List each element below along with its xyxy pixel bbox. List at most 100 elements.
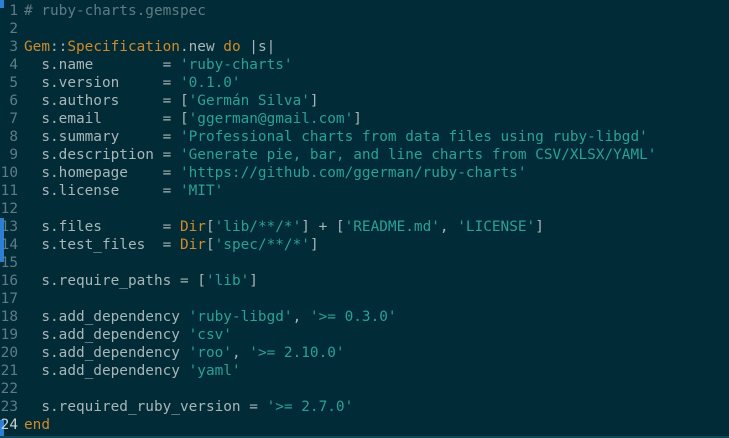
code-line[interactable]: 9 s.description = 'Generate pie, bar, an… <box>0 146 729 164</box>
code-token: [ <box>205 237 215 253</box>
code-editor[interactable]: 1 # ruby-charts.gemspec23 Gem::Specificati… <box>0 0 729 438</box>
code-line[interactable]: 6 s.authors = ['Germán Silva'] <box>0 92 729 110</box>
line-number: 8 <box>9 129 18 145</box>
line-code: s.description = 'Generate pie, bar, and … <box>24 147 656 163</box>
code-token: 'Germán Silva' <box>188 93 310 109</box>
code-lines[interactable]: 1 # ruby-charts.gemspec23 Gem::Specificati… <box>0 2 729 434</box>
code-token: , <box>231 345 250 361</box>
code-line[interactable]: 5 s.version = '0.1.0' <box>0 74 729 92</box>
code-token: 'https://github.com/ggerman/ruby-charts' <box>179 165 527 181</box>
code-line[interactable]: 4 s.name = 'ruby-charts' <box>0 56 729 74</box>
code-line[interactable]: 2 <box>0 20 729 38</box>
line-number: 21 <box>0 363 18 379</box>
line-number: 19 <box>0 327 18 343</box>
code-token: ] <box>535 219 544 235</box>
line-number: 2 <box>9 21 18 37</box>
code-line[interactable]: 15 <box>0 254 729 272</box>
line-number: 12 <box>0 201 18 217</box>
code-token: .new <box>179 39 224 55</box>
code-line[interactable]: 23 s.required_ruby_version = '>= 2.7.0' <box>0 398 729 416</box>
line-code: s.test_files = Dir['spec/**/*'] <box>24 237 319 253</box>
line-code: Gem::Specification.new do |s| <box>24 39 275 55</box>
line-code: s.files = Dir['lib/**/*'] + ['README.md'… <box>24 219 544 235</box>
code-token: ] <box>309 237 319 253</box>
code-token: 'roo' <box>188 345 232 361</box>
line-number: 1 <box>9 3 18 19</box>
code-line[interactable]: 13 s.files = Dir['lib/**/*'] + ['README.… <box>0 218 729 236</box>
code-token: ] + [ <box>301 219 345 235</box>
code-line[interactable]: 3 Gem::Specification.new do |s| <box>0 38 729 56</box>
code-token: ] <box>249 273 258 289</box>
code-token: 'lib/**/*' <box>214 219 302 235</box>
line-code: s.add_dependency 'ruby-libgd', '>= 0.3.0… <box>24 309 397 325</box>
code-token: do <box>223 39 241 55</box>
line-number: 6 <box>9 93 18 109</box>
code-line[interactable]: 17 <box>0 290 729 308</box>
code-token: 'README.md' <box>344 219 440 235</box>
code-token: 'spec/**/*' <box>214 237 310 253</box>
code-token: 'ggerman@gmail.com' <box>188 111 354 127</box>
code-token: s.test_files = <box>24 237 180 253</box>
line-number: 5 <box>9 75 18 91</box>
line-code: s.required_ruby_version = '>= 2.7.0' <box>24 399 353 415</box>
code-line[interactable]: 10 s.homepage = 'https://github.com/gger… <box>0 164 729 182</box>
line-code: s.name = 'ruby-charts' <box>24 57 293 73</box>
code-token: s.name = <box>24 57 180 73</box>
code-line[interactable]: 12 <box>0 200 729 218</box>
code-line[interactable]: 7 s.email = ['ggerman@gmail.com'] <box>0 110 729 128</box>
code-line[interactable]: 14 s.test_files = Dir['spec/**/*'] <box>0 236 729 254</box>
code-line[interactable]: 22 <box>0 380 729 398</box>
code-token: s.add_dependency <box>24 345 189 361</box>
line-number: 16 <box>0 273 18 289</box>
line-number: 20 <box>0 345 18 361</box>
line-code: end <box>24 417 50 433</box>
line-number: 7 <box>9 111 18 127</box>
code-token: 'csv' <box>188 327 232 343</box>
code-token: 'lib' <box>205 273 250 289</box>
code-token: ] <box>309 93 319 109</box>
code-line[interactable]: 1 # ruby-charts.gemspec <box>0 2 729 20</box>
code-token: , <box>439 219 458 235</box>
line-code: s.email = ['ggerman@gmail.com'] <box>24 111 362 127</box>
code-token: s.description = <box>24 147 180 163</box>
code-line[interactable]: 16 s.require_paths = ['lib'] <box>0 272 729 290</box>
line-number: 15 <box>0 255 18 271</box>
code-token: Gem <box>24 39 50 55</box>
code-token: s.version = <box>24 75 180 91</box>
code-token: s.require_paths = [ <box>24 273 206 289</box>
code-line[interactable]: 18 s.add_dependency 'ruby-libgd', '>= 0.… <box>0 308 729 326</box>
code-token: end <box>24 417 50 433</box>
code-line[interactable]: 19 s.add_dependency 'csv' <box>0 326 729 344</box>
code-token: 'yaml' <box>188 363 241 379</box>
code-token: 'LICENSE' <box>457 219 536 235</box>
line-number: 24 <box>0 417 18 433</box>
code-token: '>= 0.3.0' <box>309 309 397 325</box>
code-line[interactable]: 11 s.license = 'MIT' <box>0 182 729 200</box>
code-line[interactable]: 21 s.add_dependency 'yaml' <box>0 362 729 380</box>
line-number: 3 <box>9 39 18 55</box>
code-token: Specification <box>67 39 180 55</box>
code-token: s.required_ruby_version = <box>24 399 267 415</box>
code-token: s.summary = <box>24 129 180 145</box>
code-token: s.add_dependency <box>24 309 189 325</box>
code-token: Dir <box>179 237 206 253</box>
code-line[interactable]: 8 s.summary = 'Professional charts from … <box>0 128 729 146</box>
code-token: '0.1.0' <box>179 75 241 91</box>
code-token: s.add_dependency <box>24 363 189 379</box>
code-token: |s| <box>240 39 276 55</box>
code-token: '>= 2.10.0' <box>249 345 345 361</box>
code-token: s.authors = [ <box>24 93 189 109</box>
code-line[interactable]: 20 s.add_dependency 'roo', '>= 2.10.0' <box>0 344 729 362</box>
code-token: 'ruby-charts' <box>179 57 293 73</box>
code-token: # ruby-charts.gemspec <box>24 3 206 19</box>
line-code: s.homepage = 'https://github.com/ggerman… <box>24 165 527 181</box>
code-token: 'Professional charts from data files usi… <box>179 129 648 145</box>
code-line[interactable]: 24 end <box>0 416 729 434</box>
line-number: 17 <box>0 291 18 307</box>
code-token: :: <box>50 39 68 55</box>
line-code: # ruby-charts.gemspec <box>24 3 206 19</box>
line-number: 18 <box>0 309 18 325</box>
line-number: 9 <box>9 147 18 163</box>
line-code: s.add_dependency 'csv' <box>24 327 232 343</box>
line-code: s.require_paths = ['lib'] <box>24 273 258 289</box>
